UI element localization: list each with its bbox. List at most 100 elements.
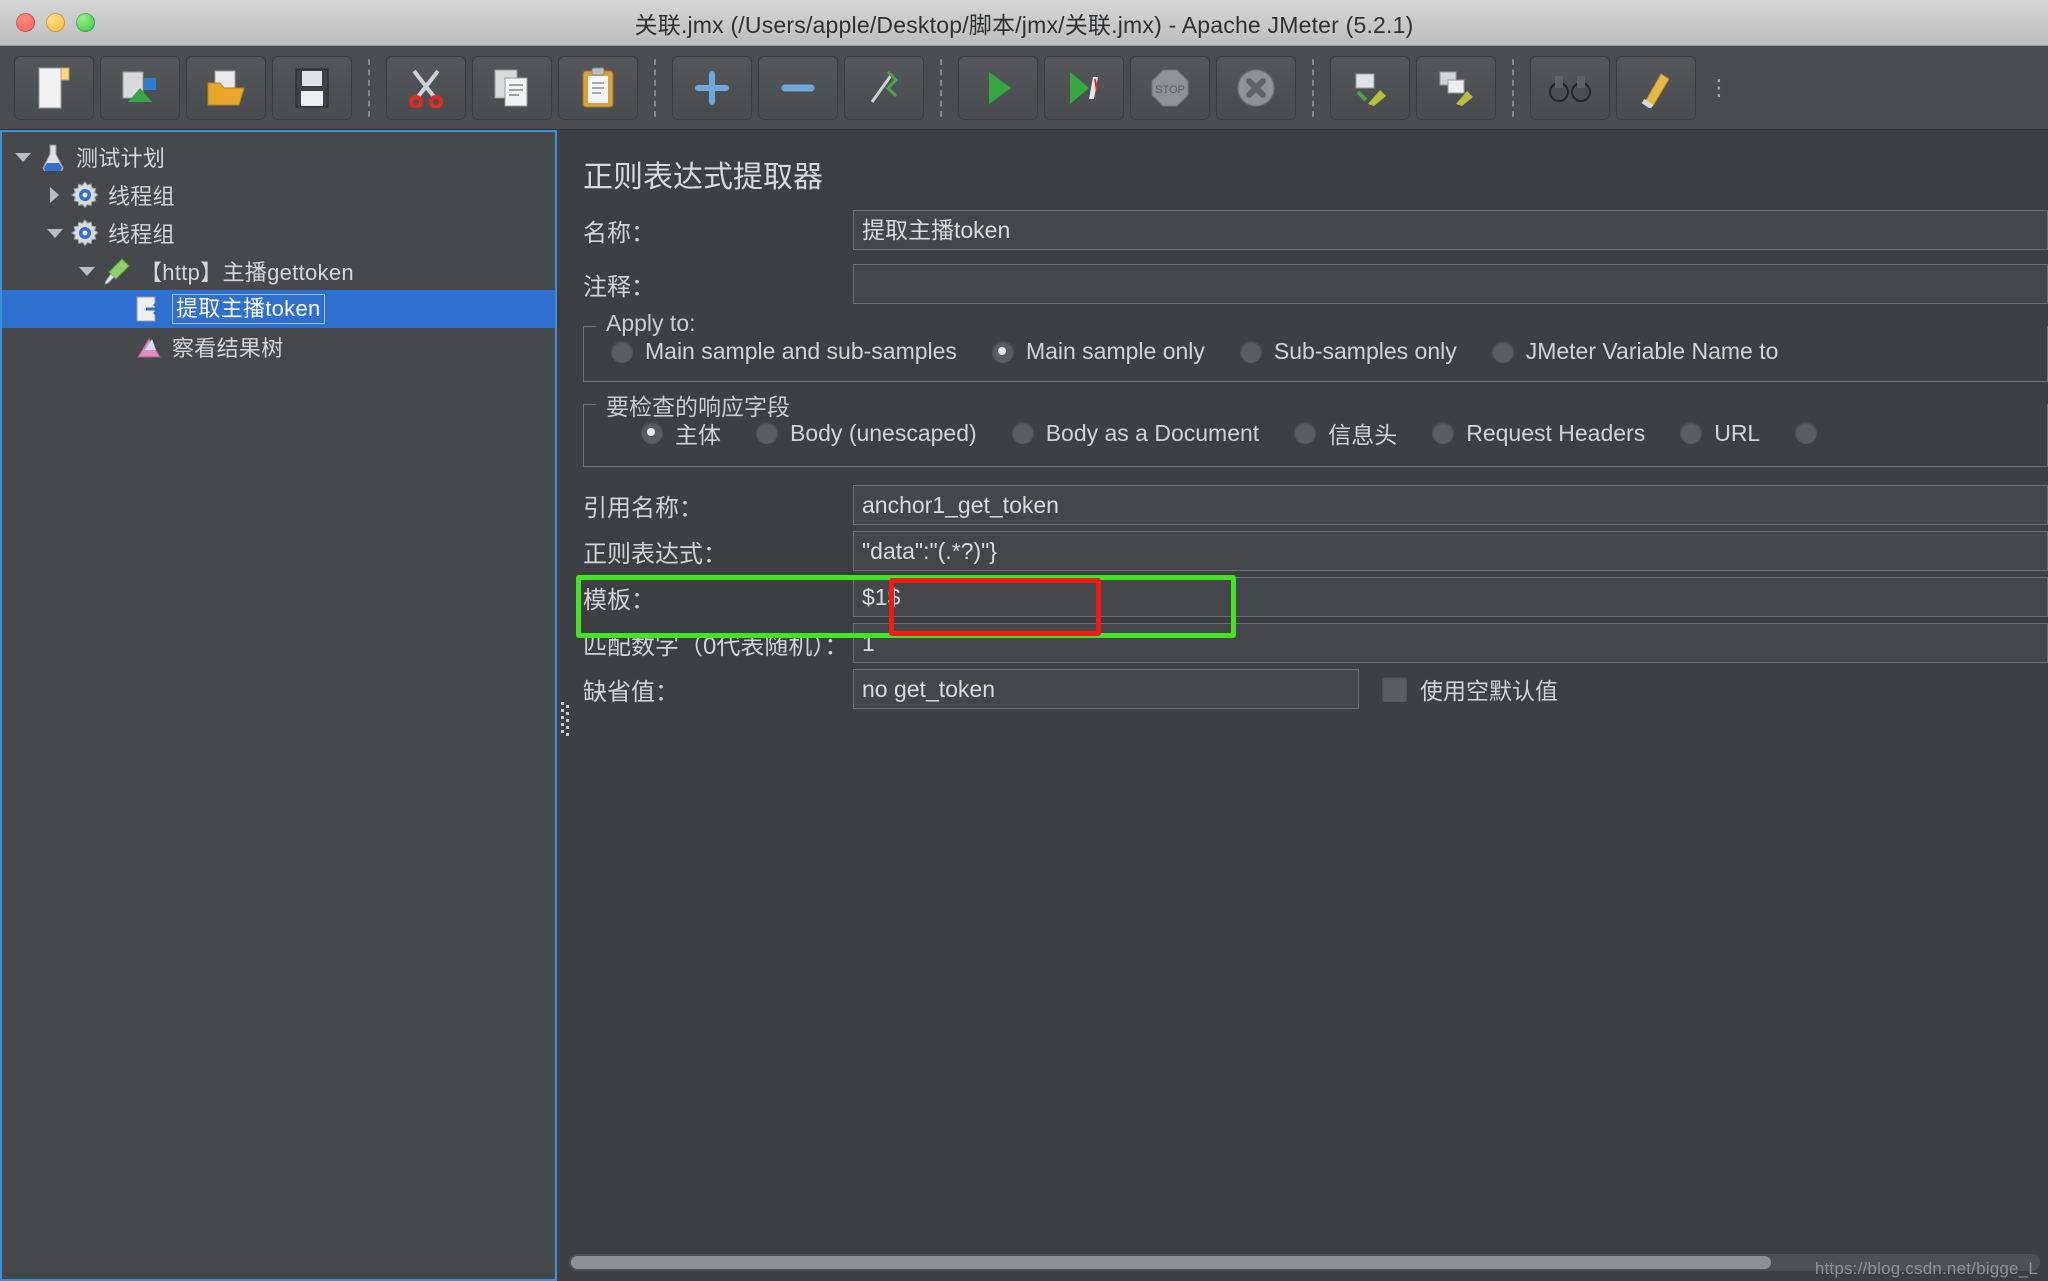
copy-pages-icon <box>493 68 531 108</box>
radio-indicator[interactable] <box>610 339 634 364</box>
cut-button[interactable] <box>386 55 466 120</box>
broom-clear-all-icon <box>1436 68 1476 108</box>
comment-label: 注释： <box>583 273 655 301</box>
green-play-icon <box>981 69 1015 107</box>
thread-group-gear-icon <box>70 218 100 248</box>
name-input[interactable]: 提取主播token <box>853 210 2048 250</box>
radio-url[interactable]: URL <box>1679 420 1760 447</box>
collapse-all-button[interactable] <box>758 55 838 120</box>
save-disk-icon <box>294 68 330 108</box>
clear-button[interactable] <box>1330 55 1410 120</box>
regex-extractor-panel: 正则表达式提取器 名称： 提取主播token 注释： Apply to: Mai… <box>557 130 2048 1281</box>
name-field-row: 名称： 提取主播token <box>557 210 2048 250</box>
radio-indicator[interactable] <box>1238 339 1263 364</box>
radio-sub-samples-only[interactable]: Sub-samples only <box>1238 338 1457 365</box>
tree-item-label: 线程组 <box>108 222 175 247</box>
radio-indicator[interactable] <box>1431 421 1456 445</box>
regular-expression-input[interactable]: "data":"(.*?)"} <box>853 531 2048 571</box>
template-input[interactable]: $1$ <box>853 577 2048 617</box>
radio-request-headers[interactable]: Request Headers <box>1431 420 1645 447</box>
broom-clear-icon <box>1350 68 1390 108</box>
paste-button[interactable] <box>558 55 638 120</box>
toolbar-separator <box>1512 58 1514 117</box>
shutdown-button[interactable] <box>1216 55 1296 120</box>
close-button[interactable] <box>16 13 35 32</box>
tree-item-thread-group-2[interactable]: 线程组 <box>2 214 555 252</box>
scissors-icon <box>407 68 445 108</box>
reset-search-button[interactable] <box>1616 55 1696 120</box>
scrollbar-thumb[interactable] <box>571 1256 1771 1269</box>
chevron-down-icon[interactable] <box>44 222 66 244</box>
default-value-row: 缺省值： no get_token 使用空默认值 <box>557 669 2048 709</box>
default-value-label: 缺省值： <box>583 678 679 706</box>
radio-indicator[interactable] <box>755 421 779 445</box>
radio-main-sample-only[interactable]: Main sample only <box>990 338 1205 365</box>
apply-to-legend: Apply to: <box>598 310 704 337</box>
tree-item-label: 测试计划 <box>76 146 166 171</box>
reference-name-input[interactable]: anchor1_get_token <box>853 485 2048 525</box>
radio-indicator[interactable] <box>1679 421 1704 445</box>
shutdown-x-icon <box>1236 68 1276 108</box>
radio-body-as-a-document[interactable]: Body as a Document <box>1010 420 1259 447</box>
expand-all-button[interactable] <box>672 55 752 120</box>
radio-response-code[interactable] <box>1794 421 1829 445</box>
radio-indicator[interactable] <box>1794 421 1819 445</box>
open-button[interactable] <box>186 55 266 120</box>
http-sampler-pipette-icon <box>102 256 132 286</box>
search-button[interactable] <box>1530 55 1610 120</box>
radio-indicator[interactable] <box>1010 421 1035 445</box>
radio-label: Main sample only <box>1025 338 1205 364</box>
apply-to-group: Apply to: Main sample and sub-samples Ma… <box>583 310 2048 382</box>
stop-button[interactable]: STOP <box>1130 55 1210 120</box>
chevron-right-icon[interactable] <box>44 184 66 206</box>
tree-item-regex-extractor[interactable]: 提取主播token <box>2 290 555 328</box>
start-no-pauses-button[interactable] <box>1044 55 1124 120</box>
clear-all-button[interactable] <box>1416 55 1496 120</box>
tree-item-label: 线程组 <box>108 184 175 209</box>
minimize-button[interactable] <box>46 13 65 32</box>
tree-item-test-plan[interactable]: 测试计划 <box>2 138 555 176</box>
match-number-input[interactable]: 1 <box>853 623 2048 663</box>
start-button[interactable] <box>958 55 1038 120</box>
toolbar-overflow-icon[interactable]: ⋮ <box>1708 76 1730 98</box>
chevron-down-icon[interactable] <box>76 260 98 282</box>
split-pane-drag-handle[interactable] <box>559 700 573 742</box>
match-number-row: 匹配数字（0代表随机）： 1 <box>557 623 2048 663</box>
save-button[interactable] <box>272 55 352 120</box>
templates-button[interactable] <box>100 55 180 120</box>
radio-indicator[interactable] <box>1293 421 1318 445</box>
zoom-button[interactable] <box>76 13 95 32</box>
brush-reset-icon <box>1639 68 1673 108</box>
default-value-input[interactable]: no get_token <box>853 669 1359 709</box>
view-results-tree-icon <box>134 332 164 362</box>
templates-icon <box>120 68 160 108</box>
main-toolbar: STOP ⋮ <box>0 46 2048 130</box>
radio-label: Main sample and sub-samples <box>645 338 957 364</box>
chevron-down-icon[interactable] <box>12 146 34 168</box>
radio-body-unescaped[interactable]: Body (unescaped) <box>755 420 977 447</box>
toggle-button[interactable] <box>844 55 924 120</box>
radio-main-sample-and-sub-samples[interactable]: Main sample and sub-samples <box>610 338 957 365</box>
apply-to-options: Main sample and sub-samples Main sample … <box>584 338 2047 365</box>
copy-button[interactable] <box>472 55 552 120</box>
radio-jmeter-variable-name[interactable]: JMeter Variable Name to <box>1490 338 1778 365</box>
checkbox-indicator[interactable] <box>1381 675 1408 703</box>
radio-indicator-selected[interactable] <box>640 421 664 445</box>
template-label: 模板： <box>583 586 655 614</box>
main-content: 测试计划 线程组 线程组 【http】主播gettoken 提取主播token … <box>0 130 2048 1281</box>
tree-item-http-sampler[interactable]: 【http】主播gettoken <box>2 252 555 290</box>
tree-item-view-results-tree[interactable]: 察看结果树 <box>2 328 555 366</box>
green-play-no-pause-icon <box>1065 69 1103 107</box>
comment-input[interactable] <box>853 264 2048 304</box>
reference-name-label: 引用名称： <box>583 494 703 522</box>
use-empty-default-value-checkbox[interactable]: 使用空默认值 <box>1381 672 1558 706</box>
radio-indicator[interactable] <box>1490 339 1515 364</box>
test-plan-tree[interactable]: 测试计划 线程组 线程组 【http】主播gettoken 提取主播token … <box>0 130 557 1281</box>
tree-item-thread-group-1[interactable]: 线程组 <box>2 176 555 214</box>
template-row: 模板： $1$ <box>557 577 2048 617</box>
radio-indicator-selected[interactable] <box>990 339 1015 364</box>
name-label: 名称： <box>583 219 655 247</box>
radio-label: Sub-samples only <box>1273 338 1457 364</box>
radio-headers[interactable]: 信息头 <box>1293 416 1397 450</box>
new-button[interactable] <box>14 55 94 120</box>
